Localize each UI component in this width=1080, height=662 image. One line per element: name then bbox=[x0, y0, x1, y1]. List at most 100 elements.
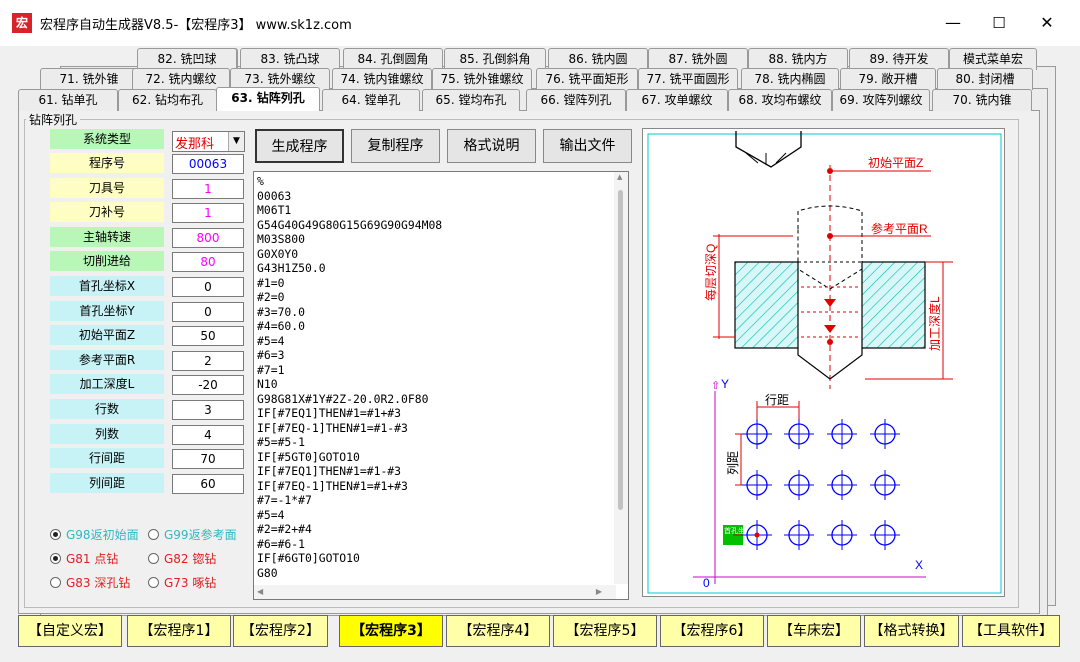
maximize-button[interactable]: ☐ bbox=[976, 8, 1022, 38]
tab-row3-8[interactable]: 68. 攻均布螺纹 bbox=[728, 89, 832, 111]
diagram-frame bbox=[647, 133, 1002, 594]
horizontal-scrollbar[interactable]: ◀ ▶ bbox=[254, 585, 616, 599]
tab-row3-2[interactable]: 62. 钻均布孔 bbox=[118, 89, 217, 111]
scroll-left-icon[interactable]: ◀ bbox=[257, 587, 263, 596]
bottom-nav-button-6[interactable]: 【宏程序5】 bbox=[553, 615, 657, 647]
tab-row1-8[interactable]: 88. 铣内方 bbox=[748, 48, 848, 70]
tab-row1-6[interactable]: 86. 铣内圆 bbox=[548, 48, 648, 70]
radio-g83[interactable]: G83 深孔钻 bbox=[50, 575, 130, 591]
scroll-thumb[interactable] bbox=[618, 190, 623, 510]
tab-row2-6[interactable]: 76. 铣平面矩形 bbox=[536, 68, 638, 90]
bottom-nav-button-1[interactable]: 【自定义宏】 bbox=[18, 615, 122, 647]
tab-row1-10[interactable]: 模式菜单宏 bbox=[949, 48, 1037, 70]
minimize-button[interactable]: — bbox=[930, 8, 976, 38]
window-title: 宏程序自动生成器V8.5-【宏程序3】 www.sk1z.com bbox=[40, 18, 352, 33]
code-line: G0X0Y0 bbox=[257, 246, 299, 261]
code-line: G80 bbox=[257, 565, 278, 580]
param-input[interactable]: 70 bbox=[172, 449, 244, 470]
bottom-nav-button-5[interactable]: 【宏程序4】 bbox=[446, 615, 550, 647]
radio-g98[interactable]: G98返初始面 bbox=[50, 527, 139, 543]
tab-row3-4[interactable]: 64. 镗单孔 bbox=[322, 89, 420, 111]
param-input[interactable]: -20 bbox=[172, 375, 244, 396]
radio-g81[interactable]: G81 点钻 bbox=[50, 551, 118, 567]
scroll-up-icon[interactable]: ▲ bbox=[617, 173, 622, 181]
tab-row3-1[interactable]: 61. 钻单孔 bbox=[18, 89, 118, 111]
tab-row1-3[interactable]: 83. 铣凸球 bbox=[240, 48, 340, 70]
diagram-svg: 初始平面Z 参考平面R 每层切深Q 加工深度L ⇧ Y X 0 行距 列距 首孔… bbox=[647, 131, 1002, 594]
param-input[interactable]: 00063 bbox=[172, 154, 244, 174]
tab-row1-7[interactable]: 87. 铣外圆 bbox=[648, 48, 748, 70]
tab-row2-1[interactable]: 71. 铣外锥 bbox=[40, 68, 138, 90]
tab-row3-3[interactable]: 63. 钻阵列孔 bbox=[216, 87, 320, 111]
radio-dot bbox=[148, 529, 159, 540]
param-input[interactable]: 3 bbox=[172, 400, 244, 420]
tab-row2-10[interactable]: 80. 封闭槽 bbox=[937, 68, 1033, 90]
drill-tip-shape bbox=[735, 131, 802, 168]
workpiece-right bbox=[861, 261, 926, 349]
tab-row3-9[interactable]: 69. 攻阵列螺纹 bbox=[832, 89, 930, 111]
system-type-label: 系统类型 bbox=[50, 129, 164, 149]
tab-row2-8[interactable]: 78. 铣内椭圆 bbox=[741, 68, 839, 90]
tab-row2-7[interactable]: 77. 铣平面圆形 bbox=[638, 68, 738, 90]
bottom-nav-button-8[interactable]: 【车床宏】 bbox=[767, 615, 861, 647]
radio-label: G82 锪钻 bbox=[164, 552, 217, 566]
tab-row2-5[interactable]: 75. 铣外锥螺纹 bbox=[432, 68, 532, 90]
radio-g99[interactable]: G99返参考面 bbox=[148, 527, 237, 543]
param-input[interactable]: 50 bbox=[172, 326, 244, 347]
radio-dot bbox=[50, 529, 61, 540]
tab-row1-9[interactable]: 89. 待开发 bbox=[849, 48, 949, 70]
param-input[interactable]: 60 bbox=[172, 473, 244, 494]
tab-row2-9[interactable]: 79. 敞开槽 bbox=[840, 68, 936, 90]
bottom-nav-button-7[interactable]: 【宏程序6】 bbox=[660, 615, 764, 647]
tab-row2-4[interactable]: 74. 铣内锥螺纹 bbox=[332, 68, 432, 90]
param-input[interactable]: 4 bbox=[172, 424, 244, 445]
tab-row1-2[interactable]: 82. 铣凹球 bbox=[137, 48, 237, 70]
reference-plane-label: 参考平面R bbox=[871, 221, 928, 236]
system-type-value: 发那科 bbox=[175, 137, 215, 152]
tab-row3-5[interactable]: 65. 镗均布孔 bbox=[422, 89, 520, 111]
hole-bottom bbox=[797, 348, 863, 380]
program-code: % 00063 M06T1 G54G40G49G80G15G69G90G94M08 M0… bbox=[257, 174, 442, 580]
app-window: 宏 宏程序自动生成器V8.5-【宏程序3】 www.sk1z.com — ☐ ✕… bbox=[0, 0, 1080, 662]
radio-g73[interactable]: G73 啄钻 bbox=[148, 575, 216, 591]
code-line: #5=4 bbox=[257, 333, 285, 348]
code-line: N10 bbox=[257, 377, 278, 391]
close-button[interactable]: ✕ bbox=[1024, 8, 1070, 38]
bottom-nav-button-9[interactable]: 【格式转换】 bbox=[864, 615, 959, 647]
y-axis-icon: ⇧ bbox=[711, 380, 720, 392]
x-axis-label: X bbox=[915, 558, 923, 572]
export-file-button[interactable]: 输出文件 bbox=[543, 129, 632, 163]
param-input[interactable]: 800 bbox=[172, 227, 244, 248]
code-line: G43H1Z50.0 bbox=[257, 261, 326, 275]
param-input[interactable]: 0 bbox=[172, 277, 244, 297]
tab-row2-2[interactable]: 72. 铣内螺纹 bbox=[132, 68, 230, 90]
bottom-nav-button-2[interactable]: 【宏程序1】 bbox=[127, 615, 231, 647]
scroll-right-icon[interactable]: ▶ bbox=[596, 587, 602, 596]
program-textarea[interactable]: % 00063 M06T1 G54G40G49G80G15G69G90G94M08 M0… bbox=[253, 171, 629, 600]
radio-label: G99返参考面 bbox=[164, 528, 237, 542]
generate-program-button[interactable]: 生成程序 bbox=[255, 129, 344, 163]
tab-row3-10[interactable]: 70. 铣内锥 bbox=[932, 89, 1032, 111]
format-help-button[interactable]: 格式说明 bbox=[447, 129, 536, 163]
code-line: #6=#6-1 bbox=[257, 536, 306, 551]
tab-row3-7[interactable]: 67. 攻单螺纹 bbox=[626, 89, 728, 111]
copy-program-button[interactable]: 复制程序 bbox=[351, 129, 440, 163]
hole-grid bbox=[742, 419, 900, 550]
system-type-select[interactable]: 发那科 ▼ bbox=[172, 131, 245, 152]
tab-row1-4[interactable]: 84. 孔倒圆角 bbox=[343, 48, 443, 70]
param-input[interactable]: 2 bbox=[172, 350, 244, 371]
param-input[interactable]: 1 bbox=[172, 203, 244, 224]
radio-dot bbox=[148, 553, 159, 564]
tab-row1-5[interactable]: 85. 孔倒斜角 bbox=[444, 48, 546, 70]
param-input[interactable]: 0 bbox=[172, 301, 244, 322]
param-input[interactable]: 80 bbox=[172, 252, 244, 273]
bottom-nav-button-10[interactable]: 【工具软件】 bbox=[962, 615, 1060, 647]
radio-g82[interactable]: G82 锪钻 bbox=[148, 551, 216, 567]
bottom-nav-button-3[interactable]: 【宏程序2】 bbox=[233, 615, 328, 647]
tab-row3-6[interactable]: 66. 镗阵列孔 bbox=[526, 89, 626, 111]
bottom-nav-button-4[interactable]: 【宏程序3】 bbox=[339, 615, 443, 647]
chevron-down-icon[interactable]: ▼ bbox=[228, 132, 244, 151]
vertical-scrollbar[interactable]: ▲ bbox=[614, 172, 628, 584]
code-line: IF[#7EQ-1]THEN#1=#1-#3 bbox=[257, 420, 408, 435]
param-input[interactable]: 1 bbox=[172, 178, 244, 199]
